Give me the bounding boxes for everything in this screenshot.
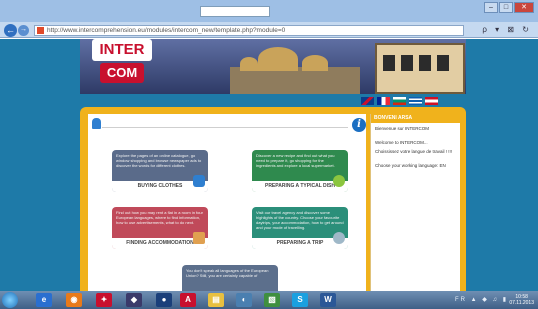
info-icon[interactable]: i (352, 118, 366, 132)
banner-building (230, 67, 360, 94)
tile-preparing-trip[interactable]: Visit our travel agency and discover som… (252, 207, 348, 249)
panel-line: Bienvenue sur INTERCOM (375, 126, 430, 131)
nav-tools[interactable]: ρ ▾ ⊠ ↻ (482, 25, 532, 34)
address-text: http://www.intercomprehension.eu/modules… (47, 27, 286, 34)
house-icon (193, 232, 205, 244)
tile-buying-clothes[interactable]: Explore the pages of an online catalogue… (112, 150, 208, 192)
language-flags (361, 97, 438, 105)
intercom-logo[interactable]: INTER COM (92, 39, 152, 91)
banner-dome (302, 55, 328, 71)
media-taskbar-icon[interactable]: ◐ (236, 293, 252, 307)
app-taskbar-icon[interactable]: ▧ (264, 293, 280, 307)
banner-tram (375, 43, 465, 94)
flag-fr[interactable] (377, 97, 390, 105)
flag-bg[interactable] (393, 97, 406, 105)
web-page: INTER COM BONVENI ARSA Bienvenue sur INT… (0, 39, 538, 291)
site-banner: INTER COM (80, 39, 466, 94)
minimize-button[interactable]: – (484, 2, 498, 13)
welcome-panel: BONVENI ARSA Bienvenue sur INTERCOM Welc… (370, 114, 460, 291)
word-taskbar-icon[interactable]: W (320, 293, 336, 307)
tram-window (401, 55, 413, 71)
tram-window (437, 55, 449, 71)
panel-title: BONVENI ARSA (371, 114, 460, 123)
browser-navbar: ← → http://www.intercomprehension.eu/mod… (0, 22, 538, 38)
suitcase-icon (333, 232, 345, 244)
folder-taskbar-icon[interactable]: ▤ (208, 293, 224, 307)
panel-line: Welcome to INTERCOM... (375, 140, 428, 145)
banner-dome (258, 47, 298, 71)
tram-window (419, 55, 431, 71)
banner-dome (240, 57, 258, 71)
flag-en[interactable] (361, 97, 374, 105)
logo-com: COM (100, 63, 144, 83)
maximize-button[interactable]: □ (499, 2, 513, 13)
close-button[interactable]: ✕ (514, 2, 534, 13)
tile-finding-accommodation[interactable]: Find out how you may rent a flat in a ro… (112, 207, 208, 249)
tile-intercomprehension[interactable]: You don't speak all languages of the Eur… (182, 265, 278, 291)
favicon-icon (37, 27, 44, 34)
app-taskbar-icon[interactable]: ◆ (126, 293, 142, 307)
app-taskbar-icon[interactable]: ✦ (96, 293, 112, 307)
shopping-bag-icon (193, 175, 205, 187)
system-tray[interactable]: FR ▲ ◆ ♫ ▮ (455, 296, 508, 303)
tab-search-box[interactable] (200, 6, 270, 17)
flag-gr[interactable] (409, 97, 422, 105)
tram-window (383, 55, 395, 71)
tile-description: You don't speak all languages of the Eur… (186, 268, 269, 278)
window-controls: – □ ✕ (484, 2, 534, 13)
windows-taskbar: e ◉ ✦ ◆ ● A ▤ ◐ ▧ S W FR ▲ ◆ ♫ ▮ 10:58 0… (0, 291, 538, 309)
start-button[interactable] (2, 292, 18, 308)
logo-inter: INTER (92, 39, 152, 61)
app-taskbar-icon[interactable]: ● (156, 293, 172, 307)
clock-date: 07.11.2013 (509, 300, 534, 306)
tile-description: Visit our travel agency and discover som… (256, 210, 344, 230)
acrobat-taskbar-icon[interactable]: A (180, 293, 196, 307)
panel-line: Choississez votre langue de travail ! !!… (375, 149, 453, 154)
flag-at[interactable] (425, 97, 438, 105)
browser-titlebar: – □ ✕ (0, 0, 538, 22)
vegetables-icon (333, 175, 345, 187)
chrome-taskbar-icon[interactable]: ◉ (66, 293, 82, 307)
address-bar[interactable]: http://www.intercomprehension.eu/modules… (34, 25, 464, 36)
back-button[interactable]: ← (4, 24, 17, 37)
skype-taskbar-icon[interactable]: S (292, 293, 308, 307)
forward-button[interactable]: → (18, 25, 29, 36)
tile-description: Discover a new recipe and find out what … (256, 153, 335, 168)
tile-preparing-dish[interactable]: Discover a new recipe and find out what … (252, 150, 348, 192)
bell-icon (92, 118, 101, 129)
header-divider (102, 127, 348, 128)
clock[interactable]: 10:58 07.11.2013 (509, 294, 534, 306)
ie-taskbar-icon[interactable]: e (36, 293, 52, 307)
panel-line[interactable]: Choose your working language: EN (371, 155, 460, 169)
